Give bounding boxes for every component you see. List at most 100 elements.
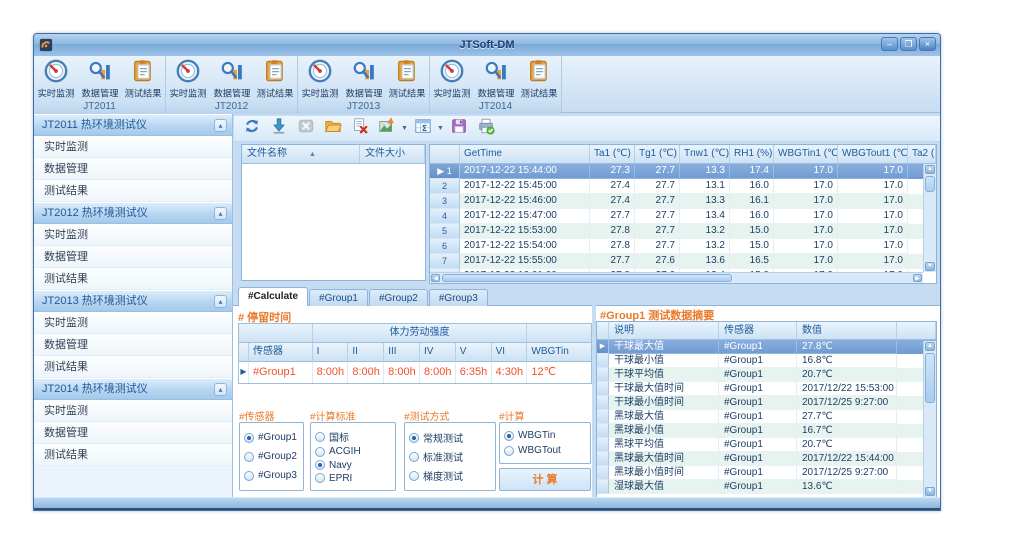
table-row[interactable]: 42017-12-22 15:47:0027.727.713.416.017.0… bbox=[430, 209, 936, 224]
sidebar-section-header[interactable]: JT2014 热环境测试仪▴ bbox=[34, 378, 232, 400]
column-header[interactable]: Ta2 (℃ bbox=[908, 145, 936, 163]
ribbon-group-caption[interactable]: JT2013 bbox=[298, 100, 429, 114]
summary-vscrollbar[interactable]: ▲ ▼ bbox=[923, 341, 936, 497]
file-list-body[interactable] bbox=[242, 164, 425, 280]
summary-row[interactable]: 黑球最大值#Group127.7℃ bbox=[597, 410, 936, 424]
ribbon-button[interactable]: 数据管理 bbox=[78, 56, 122, 100]
sidebar-item[interactable]: 测试结果 bbox=[34, 444, 232, 466]
refresh-icon[interactable] bbox=[240, 118, 264, 140]
sidebar-item[interactable]: 数据管理 bbox=[34, 246, 232, 268]
data-table-header[interactable]: GetTimeTa1 (℃)Tg1 (℃)Tnw1 (℃)RH1 (%)WBGT… bbox=[430, 145, 936, 164]
summary-row[interactable]: 黑球平均值#Group120.7℃ bbox=[597, 438, 936, 452]
sidebar-item[interactable]: 测试结果 bbox=[34, 268, 232, 290]
chart-image-icon[interactable] bbox=[375, 118, 399, 140]
calculate-button[interactable]: 计 算 bbox=[499, 468, 591, 491]
stay-column-header[interactable]: II bbox=[348, 343, 384, 362]
scroll-up-icon[interactable]: ▲ bbox=[925, 342, 935, 351]
save-icon[interactable] bbox=[447, 118, 471, 140]
table-row[interactable]: 22017-12-22 15:45:0027.427.713.116.017.0… bbox=[430, 179, 936, 194]
table-row[interactable]: 32017-12-22 15:46:0027.427.713.316.117.0… bbox=[430, 194, 936, 209]
stay-cell[interactable]: 6:35h bbox=[456, 362, 492, 383]
stay-column-header[interactable]: V bbox=[456, 343, 492, 362]
sidebar-item[interactable]: 测试结果 bbox=[34, 356, 232, 378]
stay-cell[interactable]: 8:00h bbox=[313, 362, 349, 383]
stay-cell[interactable]: 4:30h bbox=[492, 362, 528, 383]
sidebar-item[interactable]: 数据管理 bbox=[34, 334, 232, 356]
column-header[interactable]: RH1 (%) bbox=[730, 145, 774, 163]
summary-row[interactable]: 干球最大值时间#Group12017/12/22 15:53:00 bbox=[597, 382, 936, 396]
ribbon-button[interactable]: 测试结果 bbox=[121, 56, 165, 100]
tab-group1[interactable]: #Group1 bbox=[309, 289, 368, 306]
table-row[interactable]: 62017-12-22 15:54:0027.827.713.215.017.0… bbox=[430, 239, 936, 254]
stay-column-header[interactable]: WBGTin bbox=[527, 343, 591, 362]
ribbon-button[interactable]: 数据管理 bbox=[210, 56, 254, 100]
dropdown-chevron-icon[interactable]: ▼ bbox=[401, 125, 408, 132]
stay-column-header[interactable]: I bbox=[313, 343, 349, 362]
ribbon-button[interactable]: 数据管理 bbox=[342, 56, 386, 100]
ribbon-button[interactable]: 实时监测 bbox=[34, 56, 78, 100]
restore-icon[interactable]: ❐ bbox=[900, 37, 917, 51]
column-header[interactable]: WBGTout1 (℃) bbox=[838, 145, 908, 163]
file-column-size[interactable]: 文件大小 bbox=[360, 145, 425, 163]
radio-option[interactable]: #Group2 bbox=[244, 451, 299, 462]
collapse-icon[interactable]: ▴ bbox=[214, 295, 227, 308]
data-table-vscrollbar[interactable]: ▲ ▼ bbox=[923, 164, 936, 272]
stay-column-header[interactable]: 传感器 bbox=[249, 343, 313, 362]
collapse-icon[interactable]: ▴ bbox=[214, 119, 227, 132]
stay-cell[interactable]: #Group1 bbox=[249, 362, 313, 383]
dropdown-chevron-icon[interactable]: ▼ bbox=[437, 125, 444, 132]
column-header[interactable]: Ta1 (℃) bbox=[590, 145, 635, 163]
radio-option[interactable]: 标准测试 bbox=[409, 449, 491, 464]
sidebar-section-header[interactable]: JT2013 热环境测试仪▴ bbox=[34, 290, 232, 312]
sidebar-section-header[interactable]: JT2012 热环境测试仪▴ bbox=[34, 202, 232, 224]
summary-table-header[interactable]: 说明传感器数值 bbox=[597, 322, 936, 340]
ribbon-button[interactable]: 测试结果 bbox=[385, 56, 429, 100]
stay-cell[interactable]: 12℃ bbox=[527, 362, 591, 383]
tab-group3[interactable]: #Group3 bbox=[429, 289, 488, 306]
stay-column-header[interactable]: IV bbox=[420, 343, 456, 362]
print-icon[interactable] bbox=[474, 118, 498, 140]
column-header[interactable]: GetTime bbox=[460, 145, 590, 163]
tab-group2[interactable]: #Group2 bbox=[369, 289, 428, 306]
sidebar-item[interactable]: 实时监测 bbox=[34, 136, 232, 158]
summary-row[interactable]: ▶干球最大值#Group127.8℃ bbox=[597, 340, 936, 354]
sidebar-item[interactable]: 实时监测 bbox=[34, 400, 232, 422]
summary-column-header[interactable]: 传感器 bbox=[719, 322, 797, 339]
ribbon-button[interactable]: 实时监测 bbox=[298, 56, 342, 100]
sidebar-item[interactable]: 实时监测 bbox=[34, 224, 232, 246]
sidebar-section-header[interactable]: JT2011 热环境测试仪▴ bbox=[34, 114, 232, 136]
summary-row[interactable]: 湿球最大值#Group113.6℃ bbox=[597, 480, 936, 494]
summary-row[interactable]: 干球平均值#Group120.7℃ bbox=[597, 368, 936, 382]
scroll-left-icon[interactable]: ◀ bbox=[431, 274, 440, 282]
summary-row[interactable]: 干球最小值#Group116.8℃ bbox=[597, 354, 936, 368]
file-column-name[interactable]: 文件名称▲ bbox=[242, 145, 360, 163]
summary-row[interactable]: 黑球最大值时间#Group12017/12/22 15:44:00 bbox=[597, 452, 936, 466]
title-bar[interactable]: JTSoft-DM –❐× bbox=[34, 34, 940, 56]
radio-option[interactable]: WBGTout bbox=[504, 445, 586, 456]
radio-option[interactable]: #Group3 bbox=[244, 470, 299, 481]
column-header[interactable]: Tnw1 (℃) bbox=[680, 145, 730, 163]
scroll-down-icon[interactable]: ▼ bbox=[925, 487, 935, 496]
minimize-icon[interactable]: – bbox=[881, 37, 898, 51]
column-header[interactable]: WBGTin1 (℃) bbox=[774, 145, 838, 163]
close-icon[interactable]: × bbox=[919, 37, 936, 51]
scroll-down-icon[interactable]: ▼ bbox=[925, 262, 935, 271]
radio-option[interactable]: Navy bbox=[315, 460, 391, 471]
stay-cell[interactable]: 8:00h bbox=[420, 362, 456, 383]
radio-option[interactable]: 梯度测试 bbox=[409, 468, 491, 483]
summary-row[interactable]: 黑球最小值时间#Group12017/12/25 9:27:00 bbox=[597, 466, 936, 480]
table-row[interactable]: 52017-12-22 15:53:0027.827.713.215.017.0… bbox=[430, 224, 936, 239]
ribbon-button[interactable]: 实时监测 bbox=[166, 56, 210, 100]
summary-column-header[interactable]: 数值 bbox=[797, 322, 897, 339]
scroll-up-icon[interactable]: ▲ bbox=[925, 165, 935, 174]
radio-option[interactable]: #Group1 bbox=[244, 432, 299, 443]
ribbon-button[interactable]: 测试结果 bbox=[517, 56, 561, 100]
collapse-icon[interactable]: ▴ bbox=[214, 383, 227, 396]
ribbon-group-caption[interactable]: JT2012 bbox=[166, 100, 297, 114]
download-icon[interactable] bbox=[267, 118, 291, 140]
summary-column-header[interactable]: 说明 bbox=[609, 322, 719, 339]
vscroll-thumb[interactable] bbox=[925, 176, 935, 192]
ribbon-button[interactable]: 实时监测 bbox=[430, 56, 474, 100]
summary-row[interactable]: 干球最小值时间#Group12017/12/25 9:27:00 bbox=[597, 396, 936, 410]
ribbon-group-caption[interactable]: JT2014 bbox=[430, 100, 561, 114]
